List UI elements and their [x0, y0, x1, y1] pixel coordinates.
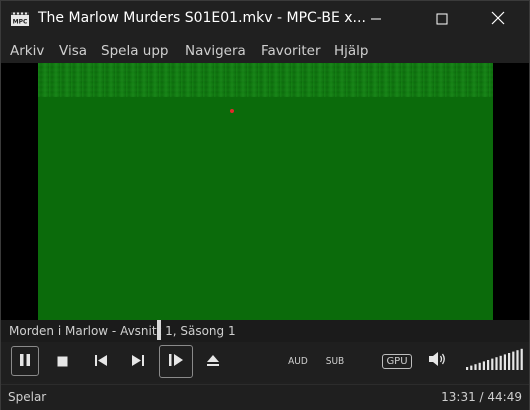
volume-bar[interactable]: [508, 353, 511, 370]
playback-time: 13:31 / 44:49: [441, 390, 522, 404]
volume-bar[interactable]: [487, 360, 490, 370]
gpu-renderer-label: GPU: [382, 353, 412, 369]
pause-button[interactable]: [11, 346, 39, 376]
menu-bar: Arkiv Visa Spela upp Navigera Favoriter …: [1, 39, 529, 63]
window-title: The Marlow Murders S01E01.mkv - MPC-BE x…: [38, 10, 366, 26]
menu-item-favoriter[interactable]: Favoriter: [261, 43, 321, 59]
mute-button[interactable]: [426, 346, 450, 376]
menu-item-navigera[interactable]: Navigera: [185, 43, 246, 59]
minimize-icon: [370, 10, 382, 29]
previous-button[interactable]: [90, 346, 112, 376]
status-bar: Spelar 13:31 / 44:49: [1, 384, 529, 410]
next-button[interactable]: [127, 346, 149, 376]
eject-button[interactable]: [202, 346, 224, 376]
menu-item-spela-upp[interactable]: Spela upp: [101, 43, 168, 59]
svg-text:MPC: MPC: [13, 19, 28, 26]
eject-icon: [206, 352, 220, 371]
volume-bar[interactable]: [466, 367, 469, 370]
skip-next-icon: [131, 352, 145, 371]
frame-step-button[interactable]: [159, 345, 193, 378]
video-area[interactable]: [1, 63, 529, 320]
volume-bar[interactable]: [512, 351, 515, 370]
pause-icon: [19, 352, 31, 371]
skip-previous-icon: [94, 352, 108, 371]
gpu-renderer-button[interactable]: GPU: [382, 346, 412, 376]
playback-controls: AUD SUB GPU: [1, 342, 529, 382]
frame-step-icon: [168, 352, 184, 371]
close-button[interactable]: [475, 1, 521, 37]
volume-bar[interactable]: [503, 354, 506, 370]
seek-bar[interactable]: Morden i Marlow - Avsnitt 1, Säsong 1: [1, 320, 529, 342]
subtitle-track-label: SUB: [325, 355, 345, 367]
mpc-be-logo-icon: MPC: [10, 9, 30, 29]
audio-track-label: AUD: [288, 355, 308, 367]
volume-bar[interactable]: [499, 355, 502, 370]
seek-position-marker[interactable]: [157, 320, 161, 340]
now-playing-title: Morden i Marlow - Avsnitt 1, Säsong 1: [9, 324, 236, 338]
menu-item-hjalp[interactable]: Hjälp: [334, 43, 369, 59]
maximize-button[interactable]: [419, 1, 465, 37]
volume-bar[interactable]: [520, 348, 523, 370]
volume-bar[interactable]: [474, 364, 477, 370]
volume-bar[interactable]: [470, 365, 473, 370]
close-icon: [491, 10, 505, 29]
mpc-be-window: MPC The Marlow Murders S01E01.mkv - MPC-…: [0, 0, 530, 410]
volume-slider[interactable]: [466, 348, 526, 372]
video-noise: [38, 63, 493, 97]
volume-bar[interactable]: [491, 358, 494, 370]
menu-item-arkiv[interactable]: Arkiv: [10, 43, 44, 59]
video-artifact: [230, 109, 234, 113]
subtitle-track-button[interactable]: SUB: [321, 346, 349, 376]
stop-icon: [57, 352, 68, 371]
volume-bar[interactable]: [478, 362, 481, 370]
maximize-icon: [436, 10, 448, 29]
speaker-icon: [428, 351, 448, 371]
title-bar[interactable]: MPC The Marlow Murders S01E01.mkv - MPC-…: [1, 1, 529, 39]
menu-item-visa[interactable]: Visa: [59, 43, 87, 59]
minimize-button[interactable]: [353, 1, 399, 37]
playback-state: Spelar: [8, 390, 47, 404]
video-frame: [38, 63, 493, 320]
audio-track-button[interactable]: AUD: [284, 346, 312, 376]
volume-bar[interactable]: [495, 357, 498, 370]
stop-button[interactable]: [51, 346, 73, 376]
volume-bar[interactable]: [516, 350, 519, 370]
volume-bar[interactable]: [482, 361, 485, 370]
